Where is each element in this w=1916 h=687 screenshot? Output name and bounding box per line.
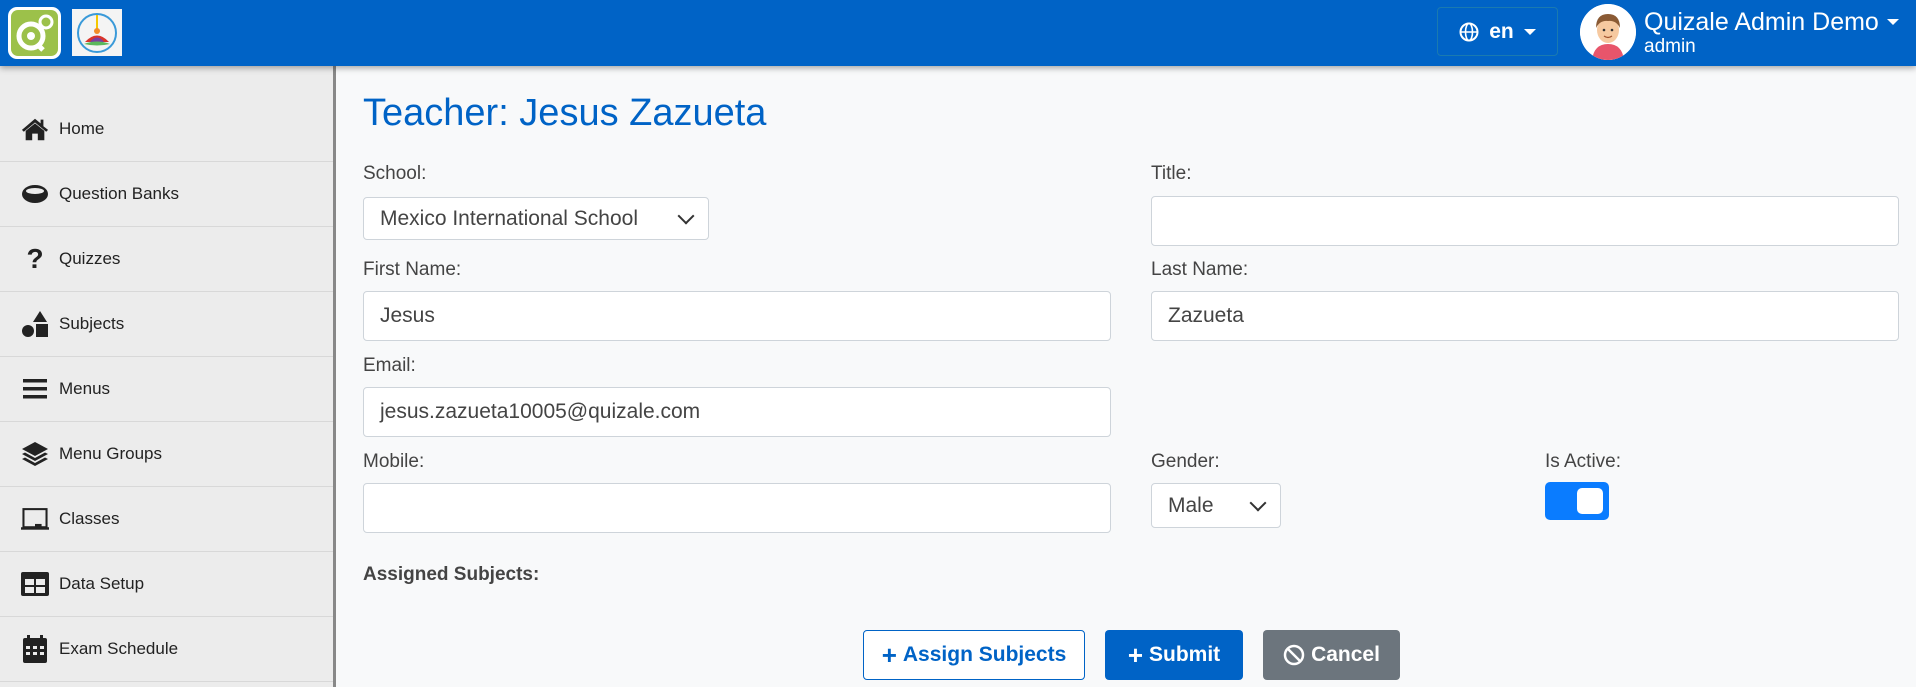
assign-subjects-button[interactable]: + Assign Subjects — [863, 630, 1085, 680]
question-icon: ? — [26, 243, 44, 274]
language-selector[interactable]: en — [1437, 7, 1558, 56]
home-icon — [21, 115, 49, 143]
sidebar-item-label: Home — [59, 119, 105, 138]
last-name-label: Last Name: — [1151, 259, 1249, 280]
sidebar-item-label: Question Banks — [59, 184, 180, 203]
sidebar-item-home[interactable]: Home — [0, 97, 333, 162]
sidebar-item-label: Menu Groups — [59, 444, 162, 463]
sidebar-item-label: Quizzes — [59, 249, 121, 268]
plus-icon: + — [881, 639, 897, 670]
title-input[interactable] — [1151, 196, 1899, 246]
cancel-label: Cancel — [1311, 643, 1380, 666]
chalkboard-icon — [21, 505, 49, 533]
sidebar-item-label: Exam Schedule — [59, 639, 179, 658]
quizale-logo[interactable] — [8, 7, 61, 59]
gender-value: Male — [1168, 493, 1214, 517]
sidebar-item-label: Data Setup — [59, 574, 145, 593]
layers-icon — [21, 440, 49, 468]
top-navbar: en Quizale Admin Demo admin — [0, 0, 1916, 66]
ban-icon — [1283, 644, 1305, 666]
mobile-label: Mobile: — [363, 451, 425, 472]
user-role: admin — [1644, 36, 1696, 57]
is-active-toggle[interactable] — [1545, 482, 1609, 520]
sidebar-item-question-banks[interactable]: Question Banks — [0, 162, 333, 227]
page-title: Teacher: Jesus Zazueta — [363, 92, 767, 134]
user-menu[interactable]: Quizale Admin Demo admin — [1580, 4, 1899, 60]
chevron-down-icon — [677, 207, 695, 224]
chevron-down-icon — [1249, 494, 1267, 511]
email-input[interactable]: jesus.zazueta10005@quizale.com — [363, 387, 1111, 437]
database-icon — [21, 180, 49, 208]
is-active-label: Is Active: — [1545, 451, 1622, 472]
sidebar-item-subjects[interactable]: Subjects — [0, 292, 333, 357]
assigned-subjects-label: Assigned Subjects: — [363, 564, 540, 585]
avatar — [1580, 4, 1636, 60]
bars-icon — [21, 375, 49, 403]
email-label: Email: — [363, 355, 416, 376]
caret-down-icon — [1886, 19, 1899, 25]
first-name-value: Jesus — [380, 304, 435, 327]
sidebar: Home Question Banks ? Quizzes Subjects M… — [0, 66, 336, 687]
sidebar-item-label: Classes — [59, 509, 120, 528]
sidebar-item-label: Menus — [59, 379, 111, 398]
last-name-input[interactable]: Zazueta — [1151, 291, 1899, 341]
school-logo[interactable] — [72, 9, 122, 56]
gender-select[interactable]: Male — [1151, 483, 1281, 528]
gender-label: Gender: — [1151, 451, 1220, 472]
first-name-label: First Name: — [363, 259, 462, 280]
caret-down-icon — [1523, 28, 1536, 35]
assign-subjects-label: Assign Subjects — [902, 643, 1067, 666]
shapes-icon — [21, 310, 49, 338]
toggle-knob — [1577, 488, 1603, 514]
email-value: jesus.zazueta10005@quizale.com — [380, 400, 701, 423]
table-icon — [21, 570, 49, 598]
user-name: Quizale Admin Demo — [1644, 8, 1879, 36]
school-select[interactable]: Mexico International School — [363, 197, 709, 240]
sidebar-item-exam-schedule[interactable]: Exam Schedule — [0, 617, 333, 682]
sidebar-item-classes[interactable]: Classes — [0, 487, 333, 552]
calendar-icon — [21, 635, 49, 663]
plus-icon: + — [1127, 639, 1143, 670]
sidebar-item-menus[interactable]: Menus — [0, 357, 333, 422]
last-name-value: Zazueta — [1168, 304, 1244, 327]
sidebar-item-quizzes[interactable]: ? Quizzes — [0, 227, 333, 292]
mobile-input[interactable] — [363, 483, 1111, 533]
cancel-button[interactable]: Cancel — [1263, 630, 1400, 680]
school-label: School: — [363, 163, 427, 184]
submit-button[interactable]: + Submit — [1105, 630, 1243, 680]
sidebar-item-menu-groups[interactable]: Menu Groups — [0, 422, 333, 487]
school-value: Mexico International School — [380, 206, 638, 230]
first-name-input[interactable]: Jesus — [363, 291, 1111, 341]
language-label: en — [1489, 19, 1514, 43]
title-label: Title: — [1151, 163, 1192, 184]
submit-label: Submit — [1149, 643, 1221, 666]
sidebar-item-data-setup[interactable]: Data Setup — [0, 552, 333, 617]
sidebar-item-label: Subjects — [59, 314, 125, 333]
globe-icon — [1459, 22, 1479, 41]
